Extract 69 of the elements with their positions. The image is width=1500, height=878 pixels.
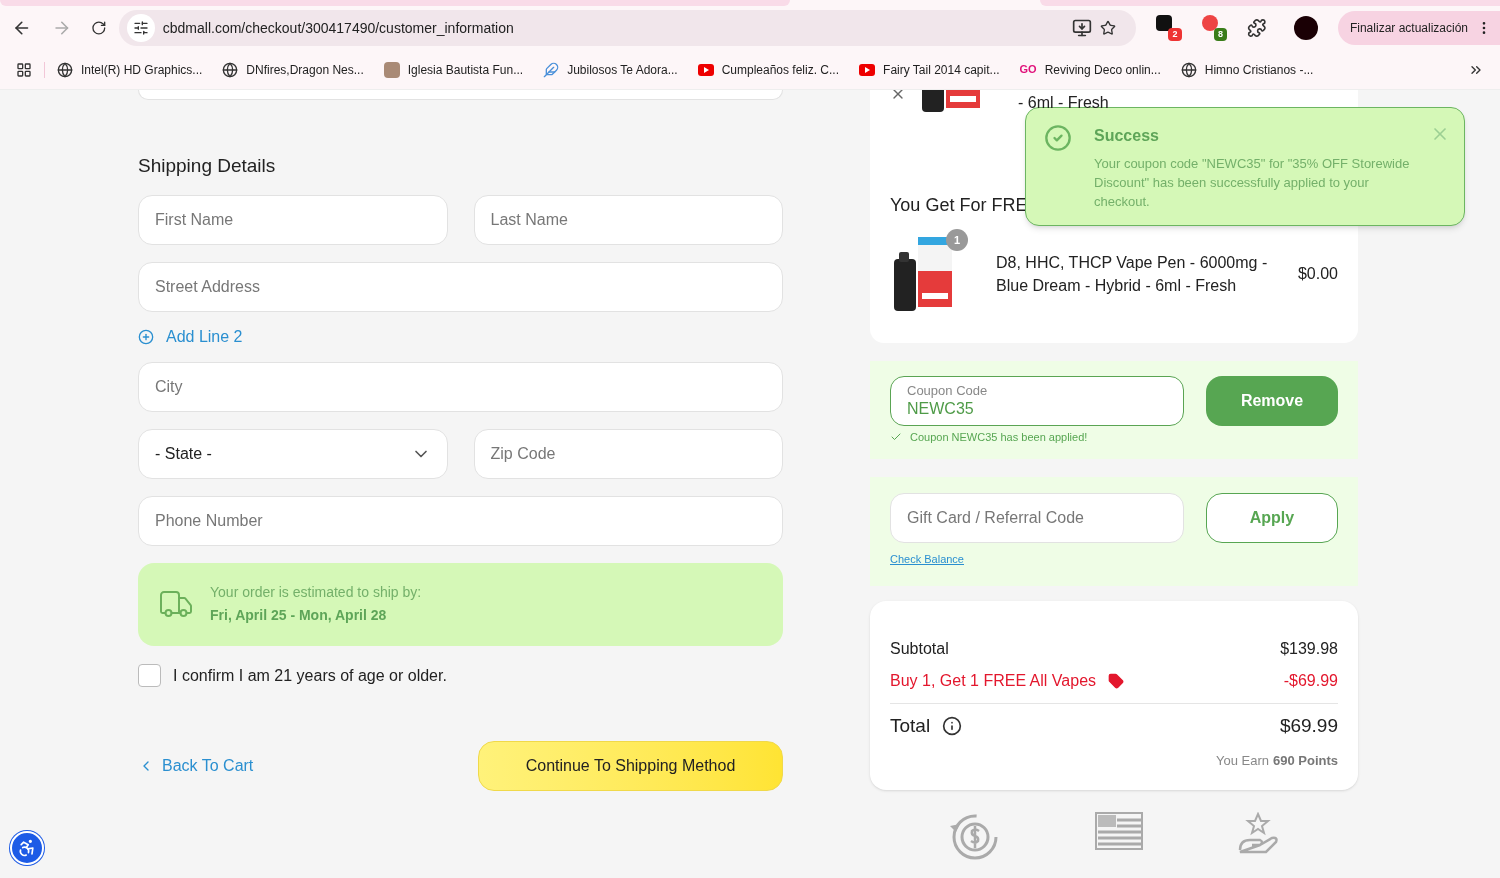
globe-icon (222, 61, 239, 78)
bookmark-link[interactable]: Reviving Deco onlin... (1044, 60, 1161, 79)
check-balance-link[interactable]: Check Balance (890, 551, 964, 568)
tag-icon (1108, 673, 1125, 689)
bookmark-link[interactable]: Himno Cristianos -... (1204, 60, 1314, 79)
item-price: $0.00 (1297, 264, 1338, 284)
toast-message: Your coupon code "NEWC35" for "35% OFF Storewide Discount" has been successfully applied to your checkout. (1094, 155, 1411, 211)
site-settings-icon[interactable] (132, 20, 149, 36)
globe-icon (1180, 61, 1197, 78)
discount-label: Buy 1, Get 1 FREE All Vapes (890, 671, 1097, 691)
bookmark-link[interactable]: DNfires,Dragon Nes... (246, 60, 364, 79)
text-field[interactable]: Street Address (138, 261, 783, 312)
bookmark-link[interactable]: Cumpleaños feliz. C... (721, 60, 840, 79)
age-checkbox[interactable] (138, 664, 161, 687)
bookmark-logo: GO (1019, 62, 1037, 78)
feather-icon (543, 61, 560, 78)
text-field[interactable]: Last Name (473, 194, 783, 245)
text-field[interactable]: City (138, 361, 783, 412)
total-label: Total (890, 714, 931, 738)
accessibility-button[interactable] (10, 830, 44, 865)
hand-star-icon (1238, 812, 1281, 856)
estimate-dates: Fri, April 25 - Mon, April 28 (210, 606, 388, 625)
free-items-title: You Get For FRE (890, 194, 1028, 217)
section-title: Shipping Details (138, 154, 277, 178)
line-label: Subtotal (890, 639, 949, 659)
text-field[interactable]: First Name (138, 194, 448, 245)
total-amount: $69.99 (1279, 714, 1338, 738)
item-name: D8, HHC, THCP Vape Pen - 6000mg - Blue Dream - Hybrid - 6ml - Fresh (996, 253, 1269, 296)
globe-icon (57, 61, 73, 78)
line-amount: -$69.99 (1283, 671, 1338, 691)
update-button[interactable]: Finalizar actualización (1337, 11, 1500, 45)
bookmark-star-icon[interactable] (1100, 20, 1117, 36)
flag-icon (1095, 812, 1143, 850)
count-badge: 8 (1213, 27, 1227, 41)
gift-card-field[interactable]: Gift Card / Referral Code (890, 493, 1184, 543)
text-field[interactable]: Phone Number (138, 495, 783, 546)
play-icon (859, 63, 876, 76)
reload-icon[interactable] (91, 20, 107, 36)
continue-button[interactable]: Continue To Shipping Method (478, 740, 783, 791)
bookmark-link[interactable]: Intel(R) HD Graphics... (81, 60, 203, 79)
field-value: NEWC35 (907, 399, 975, 419)
bookmark-link[interactable]: Jubilosos Te Adora... (567, 60, 678, 79)
state-dropdown[interactable]: - State - (138, 428, 448, 479)
points-label: You Earn (1215, 751, 1269, 770)
extensions-icon[interactable] (1246, 18, 1267, 38)
apps-icon[interactable] (16, 61, 32, 78)
coupon-message: Coupon NEWC35 has been applied! (910, 430, 1088, 445)
coupon-field[interactable]: Coupon Code NEWC35 (890, 376, 1184, 426)
age-confirm-label: I confirm I am 21 years of age or older. (173, 665, 447, 686)
field-label: Coupon Code (907, 383, 989, 399)
count-badge: 2 (1168, 27, 1182, 41)
item-name: - 6ml - Fresh (1018, 94, 1109, 112)
line-amount: $139.98 (1280, 639, 1338, 659)
plus-circle-icon (138, 328, 154, 345)
estimate-label: Your order is estimated to ship by: (210, 583, 422, 602)
profile-avatar[interactable] (1294, 16, 1318, 40)
points-value: 690 Points (1272, 751, 1338, 770)
info-icon[interactable] (942, 716, 963, 737)
bookmark-link[interactable]: Fairy Tail 2014 capit... (883, 60, 1000, 79)
address-bar[interactable]: cbdmall.com/checkout/300417490/customer_information (118, 10, 1137, 46)
url-text: cbdmall.com/checkout/300417490/customer_information (162, 18, 515, 38)
toast-title: Success (1094, 126, 1160, 146)
quantity-badge: 1 (946, 229, 968, 251)
text-field[interactable]: Zip Code (473, 428, 783, 479)
install-icon[interactable] (1072, 18, 1093, 38)
bookmark-link[interactable]: Iglesia Bautista Fun... (407, 60, 524, 79)
play-icon (697, 63, 714, 76)
check-circle-icon (1044, 124, 1072, 152)
accessibility-icon (17, 837, 37, 858)
